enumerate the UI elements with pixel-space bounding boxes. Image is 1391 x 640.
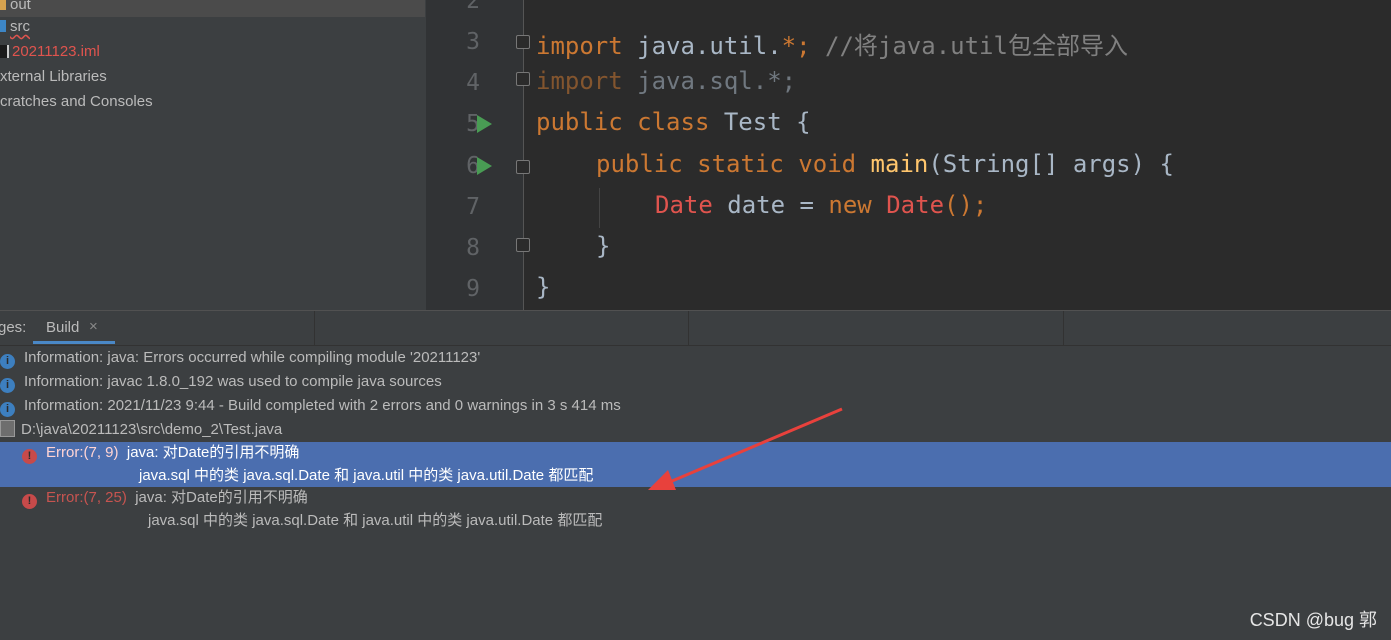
watermark: CSDN @bug 郭 <box>1249 610 1377 630</box>
annotation-arrow-icon <box>648 407 843 490</box>
